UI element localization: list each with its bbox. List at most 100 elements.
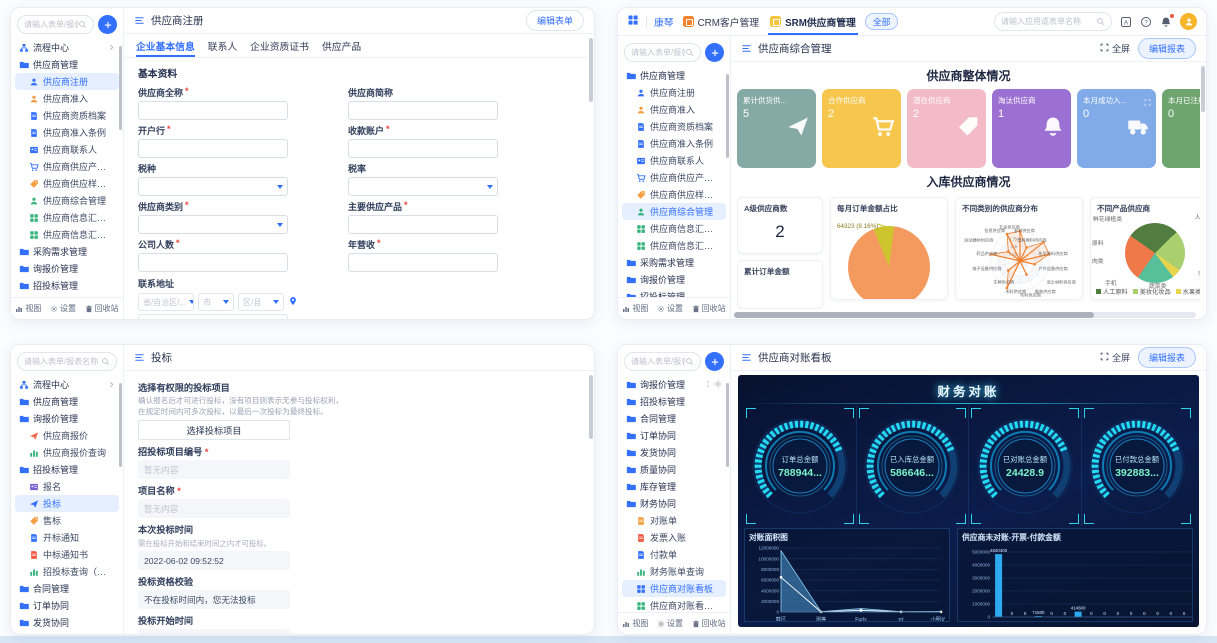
- tab-企业资质证书[interactable]: 企业资质证书: [250, 34, 309, 57]
- edit-report-button[interactable]: 编辑报表: [1138, 347, 1196, 368]
- apps-grid-icon[interactable]: [627, 13, 639, 31]
- select-区/县[interactable]: 区/县: [238, 293, 284, 311]
- sidebar-item[interactable]: 供应商综合管理: [622, 203, 726, 220]
- sidebar-item[interactable]: 供应商注册: [622, 84, 726, 101]
- metric-card-a-level[interactable]: A级供应商数 2: [737, 197, 823, 254]
- sidebar-item[interactable]: 对账单: [622, 512, 726, 529]
- sidebar-scrollbar[interactable]: [726, 74, 729, 158]
- sidebar-item[interactable]: 供应商综合管理: [15, 192, 119, 209]
- sidebar-item[interactable]: 供应商信息汇总（对...: [15, 226, 119, 243]
- tab-联系人[interactable]: 联系人: [208, 34, 237, 57]
- sidebar-item[interactable]: 流程中心: [15, 376, 119, 393]
- global-search-input[interactable]: 请输入应用或表单名称: [994, 12, 1112, 31]
- sidebar-item[interactable]: 财务协同: [622, 495, 726, 512]
- input-供应商全称[interactable]: [138, 101, 288, 120]
- gauge-已对账总金额[interactable]: 已对账总金额 24428.9: [969, 406, 1082, 526]
- main-scrollbar[interactable]: [1201, 66, 1205, 112]
- chart-card-unreconciled-bar[interactable]: 供应商未对账-开票-付款金额 0 1000000 2000000 3000000…: [957, 528, 1193, 622]
- sidebar-item[interactable]: 招投标查询（对外）: [15, 563, 119, 580]
- sidebar-item[interactable]: 供应商准入: [622, 101, 726, 118]
- chart-card-monthly-order-pie[interactable]: 每月订单金额占比 64323 (8.16%): [830, 197, 948, 300]
- footer-gear-button[interactable]: 设置: [50, 303, 76, 314]
- sidebar-search-input[interactable]: 请输入表单/报表名称: [17, 15, 94, 34]
- sidebar-item[interactable]: 供应商管理: [15, 393, 119, 410]
- footer-trash-button[interactable]: 回收站: [85, 303, 119, 314]
- menu-icon[interactable]: [741, 352, 752, 363]
- edit-form-button[interactable]: 编辑表单: [526, 10, 584, 31]
- workspace-name[interactable]: 康琴: [654, 15, 674, 29]
- sidebar-item[interactable]: 质量协同: [622, 461, 726, 478]
- select-省/自治区/...[interactable]: 省/自治区/...: [138, 293, 194, 311]
- input-供应商简称[interactable]: [348, 101, 498, 120]
- location-icon[interactable]: [288, 293, 298, 311]
- edit-report-button[interactable]: 编辑报表: [1138, 38, 1196, 59]
- gear-icon[interactable]: [714, 380, 722, 390]
- sidebar-item[interactable]: 投标: [15, 495, 119, 512]
- menu-icon[interactable]: [134, 352, 145, 363]
- sidebar-item[interactable]: 订单协同: [622, 427, 726, 444]
- tab-供应产品[interactable]: 供应产品: [322, 34, 361, 57]
- add-button[interactable]: [705, 352, 724, 371]
- translate-icon[interactable]: A: [1120, 16, 1132, 28]
- field-招投标项目编号[interactable]: 暂无内容: [138, 460, 290, 479]
- sidebar-item[interactable]: 询报价管理: [15, 410, 119, 427]
- app-tab-CRM客户管理[interactable]: CRM客户管理: [681, 8, 762, 35]
- sidebar-item[interactable]: 供应商准入条例: [622, 135, 726, 152]
- sidebar-item[interactable]: 供应商供应产品管理: [622, 169, 726, 186]
- sidebar-item[interactable]: 付款单: [622, 546, 726, 563]
- sidebar-item[interactable]: 招投标管理: [15, 461, 119, 478]
- avatar[interactable]: [1180, 13, 1197, 30]
- footer-chart-button[interactable]: 视图: [15, 303, 41, 314]
- sidebar-item[interactable]: 供应商联系人: [622, 152, 726, 169]
- more-icon[interactable]: [704, 380, 712, 390]
- sidebar-item[interactable]: 供应商供应样品管理: [622, 186, 726, 203]
- input-公司人数[interactable]: [138, 253, 288, 272]
- footer-gear-button[interactable]: 设置: [657, 618, 683, 629]
- main-scrollbar[interactable]: [589, 38, 593, 102]
- sidebar-item[interactable]: 发货协同: [15, 614, 119, 631]
- sidebar-item[interactable]: 财务账单查询: [622, 563, 726, 580]
- sidebar-item[interactable]: 供应商准入条例: [15, 124, 119, 141]
- sidebar-item[interactable]: 询报价管理: [622, 271, 726, 288]
- fullscreen-button[interactable]: 全屏: [1100, 42, 1130, 55]
- sidebar-item[interactable]: 合同管理: [15, 580, 119, 597]
- gauge-订单总金额[interactable]: 订单总金额 788944...: [744, 406, 857, 526]
- sidebar-item[interactable]: 采购需求管理: [622, 254, 726, 271]
- sidebar-item[interactable]: 供应商联系人: [15, 141, 119, 158]
- sidebar-item[interactable]: 售标: [15, 512, 119, 529]
- select-税率[interactable]: [348, 177, 498, 196]
- menu-icon[interactable]: [134, 15, 145, 26]
- tab-企业基本信息[interactable]: 企业基本信息: [136, 34, 195, 57]
- sidebar-item[interactable]: 供应商注册: [15, 73, 119, 90]
- sidebar-item[interactable]: 开标通知: [15, 529, 119, 546]
- sidebar-search-input[interactable]: 请输入表单/报表名称: [17, 352, 117, 371]
- sidebar-item[interactable]: 发票入账: [622, 529, 726, 546]
- stat-card-合作供应商[interactable]: 合作供应商 2: [822, 89, 901, 168]
- add-button[interactable]: [705, 43, 724, 62]
- sidebar-item[interactable]: 供应商管理: [15, 56, 119, 73]
- stat-card-本月已注册...[interactable]: 本月已注册... 0: [1162, 89, 1200, 168]
- sidebar-item[interactable]: 供应商信息汇总（对...: [622, 237, 726, 254]
- add-button[interactable]: [98, 15, 117, 34]
- sidebar-scrollbar[interactable]: [726, 383, 729, 467]
- field-投标开始时间[interactable]: 暂无内容: [138, 629, 290, 634]
- sidebar-item[interactable]: 供应商信息汇总查询: [622, 220, 726, 237]
- sidebar-scrollbar[interactable]: [119, 46, 122, 130]
- stat-card-潜在供应商[interactable]: 潜在供应商 2: [907, 89, 986, 168]
- sidebar-scrollbar[interactable]: [119, 383, 122, 467]
- sidebar-item[interactable]: 库存管理: [622, 478, 726, 495]
- sidebar-item[interactable]: 供应商供应样品管理: [15, 175, 119, 192]
- stat-card-淘汰供应商[interactable]: 淘汰供应商 1: [992, 89, 1071, 168]
- footer-trash-button[interactable]: 回收站: [692, 618, 726, 629]
- footer-trash-button[interactable]: 回收站: [692, 303, 726, 314]
- field-投标资格校验[interactable]: 不在投标时间内，您无法投标: [138, 590, 290, 609]
- sidebar-item[interactable]: 采购需求管理: [15, 243, 119, 260]
- gauge-已入库总金额[interactable]: 已入库总金额 586646...: [857, 406, 970, 526]
- sidebar-item[interactable]: 发货协同: [622, 444, 726, 461]
- sidebar-item[interactable]: 供应商资质档案: [622, 118, 726, 135]
- chart-card-category-radar[interactable]: 不同类别的供应商分布 0.250.50.751五金供应商木材供应商塑料原料供应商…: [955, 197, 1083, 300]
- sidebar-item[interactable]: 合同管理: [622, 410, 726, 427]
- sidebar-search-input[interactable]: 请输入表单/报表名称: [624, 352, 701, 371]
- menu-icon[interactable]: [741, 43, 752, 54]
- sidebar-item[interactable]: 询报价管理: [622, 376, 726, 393]
